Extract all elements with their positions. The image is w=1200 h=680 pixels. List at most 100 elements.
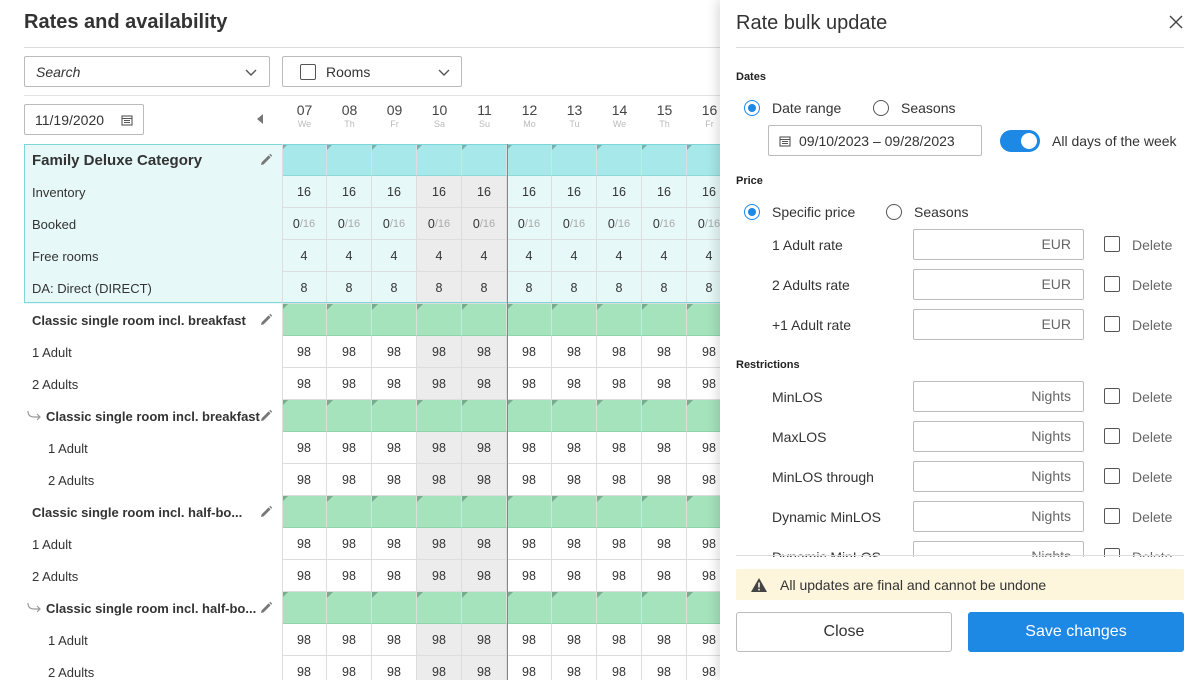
table-cell[interactable]: 98	[417, 432, 462, 464]
table-cell[interactable]: 98	[552, 528, 597, 560]
table-cell[interactable]: 98	[507, 368, 552, 400]
table-cell[interactable]: 98	[552, 464, 597, 496]
table-cell[interactable]: 98	[417, 656, 462, 680]
pencil-icon[interactable]	[259, 601, 273, 615]
table-cell[interactable]: 98	[372, 464, 417, 496]
delete-checkbox[interactable]	[1104, 236, 1120, 252]
table-cell[interactable]: 98	[372, 624, 417, 656]
delete-checkbox[interactable]	[1104, 388, 1120, 404]
table-cell[interactable]: 98	[282, 656, 327, 680]
table-cell[interactable]: 98	[597, 464, 642, 496]
table-cell[interactable]: 98	[372, 432, 417, 464]
date-range-input[interactable]: 09/10/2023 – 09/28/2023	[768, 125, 982, 156]
pencil-icon[interactable]	[259, 409, 273, 423]
table-cell[interactable]: 98	[642, 528, 687, 560]
price-seasons-radio[interactable]	[886, 204, 902, 220]
table-cell[interactable]: 98	[507, 432, 552, 464]
table-cell[interactable]: 98	[552, 624, 597, 656]
close-icon[interactable]	[1167, 13, 1185, 31]
table-cell[interactable]: 98	[417, 336, 462, 368]
all-days-toggle[interactable]	[1000, 130, 1040, 152]
table-cell[interactable]: 98	[687, 528, 720, 560]
dates-seasons-radio[interactable]	[873, 100, 889, 116]
table-cell[interactable]: 98	[327, 656, 372, 680]
save-changes-button[interactable]: Save changes	[968, 612, 1184, 652]
table-cell[interactable]: 98	[507, 560, 552, 592]
table-cell[interactable]: 98	[597, 656, 642, 680]
table-cell[interactable]: 98	[597, 336, 642, 368]
rooms-checkbox[interactable]	[300, 63, 316, 80]
table-cell[interactable]: 98	[372, 336, 417, 368]
table-cell[interactable]: 98	[687, 624, 720, 656]
table-cell[interactable]: 98	[552, 656, 597, 680]
table-cell[interactable]: 98	[687, 464, 720, 496]
delete-checkbox[interactable]	[1104, 316, 1120, 332]
table-cell[interactable]: 98	[282, 336, 327, 368]
table-cell[interactable]: 98	[687, 656, 720, 680]
delete-checkbox[interactable]	[1104, 276, 1120, 292]
table-cell[interactable]: 98	[687, 368, 720, 400]
delete-checkbox[interactable]	[1104, 508, 1120, 524]
table-cell[interactable]: 98	[642, 368, 687, 400]
close-button[interactable]: Close	[736, 612, 952, 652]
table-cell[interactable]: 98	[282, 624, 327, 656]
table-cell[interactable]: 98	[282, 560, 327, 592]
table-cell[interactable]: 98	[327, 368, 372, 400]
table-cell[interactable]: 98	[462, 656, 507, 680]
table-cell[interactable]: 98	[327, 336, 372, 368]
pencil-icon[interactable]	[259, 505, 273, 519]
table-cell[interactable]: 98	[642, 432, 687, 464]
table-cell[interactable]: 98	[642, 624, 687, 656]
table-cell[interactable]: 98	[282, 432, 327, 464]
rooms-filter-dropdown[interactable]: Rooms	[282, 56, 462, 87]
pencil-icon[interactable]	[259, 153, 273, 167]
table-cell[interactable]: 98	[282, 464, 327, 496]
restrictions-scroll-area[interactable]: MinLOS Nights Delete MaxLOS Nights Delete MinL…	[720, 380, 1200, 557]
table-cell[interactable]: 98	[507, 624, 552, 656]
field-input[interactable]: Nights	[913, 461, 1084, 492]
table-cell[interactable]: 98	[462, 528, 507, 560]
table-cell[interactable]: 98	[687, 560, 720, 592]
table-cell[interactable]: 98	[327, 560, 372, 592]
field-input[interactable]: EUR	[913, 309, 1084, 340]
table-cell[interactable]: 98	[417, 368, 462, 400]
table-cell[interactable]: 98	[687, 432, 720, 464]
field-input[interactable]: Nights	[913, 381, 1084, 412]
start-date-picker[interactable]: 11/19/2020	[24, 104, 144, 135]
table-cell[interactable]: 98	[597, 368, 642, 400]
search-dropdown[interactable]: Search	[24, 56, 270, 87]
table-cell[interactable]: 98	[507, 464, 552, 496]
table-cell[interactable]: 98	[417, 464, 462, 496]
table-cell[interactable]: 98	[462, 560, 507, 592]
table-cell[interactable]: 98	[552, 336, 597, 368]
pencil-icon[interactable]	[259, 313, 273, 327]
table-cell[interactable]: 98	[462, 432, 507, 464]
table-cell[interactable]: 98	[462, 368, 507, 400]
table-cell[interactable]: 98	[687, 336, 720, 368]
field-input[interactable]: EUR	[913, 269, 1084, 300]
table-cell[interactable]: 98	[327, 432, 372, 464]
field-input[interactable]: Nights	[913, 421, 1084, 452]
table-cell[interactable]: 98	[417, 528, 462, 560]
arrow-left-icon[interactable]	[257, 114, 263, 124]
table-cell[interactable]: 98	[597, 560, 642, 592]
table-cell[interactable]: 98	[552, 432, 597, 464]
table-cell[interactable]: 98	[372, 528, 417, 560]
table-cell[interactable]: 98	[642, 336, 687, 368]
specific-price-radio[interactable]	[744, 204, 760, 220]
table-cell[interactable]: 98	[372, 656, 417, 680]
table-cell[interactable]: 98	[327, 464, 372, 496]
table-cell[interactable]: 98	[597, 528, 642, 560]
table-cell[interactable]: 98	[282, 368, 327, 400]
delete-checkbox[interactable]	[1104, 428, 1120, 444]
table-cell[interactable]: 98	[417, 560, 462, 592]
table-cell[interactable]: 98	[642, 560, 687, 592]
table-cell[interactable]: 98	[327, 528, 372, 560]
field-input[interactable]: EUR	[913, 229, 1084, 260]
table-cell[interactable]: 98	[507, 656, 552, 680]
table-cell[interactable]: 98	[462, 464, 507, 496]
table-cell[interactable]: 98	[327, 624, 372, 656]
table-cell[interactable]: 98	[417, 624, 462, 656]
delete-checkbox[interactable]	[1104, 468, 1120, 484]
table-cell[interactable]: 98	[552, 368, 597, 400]
